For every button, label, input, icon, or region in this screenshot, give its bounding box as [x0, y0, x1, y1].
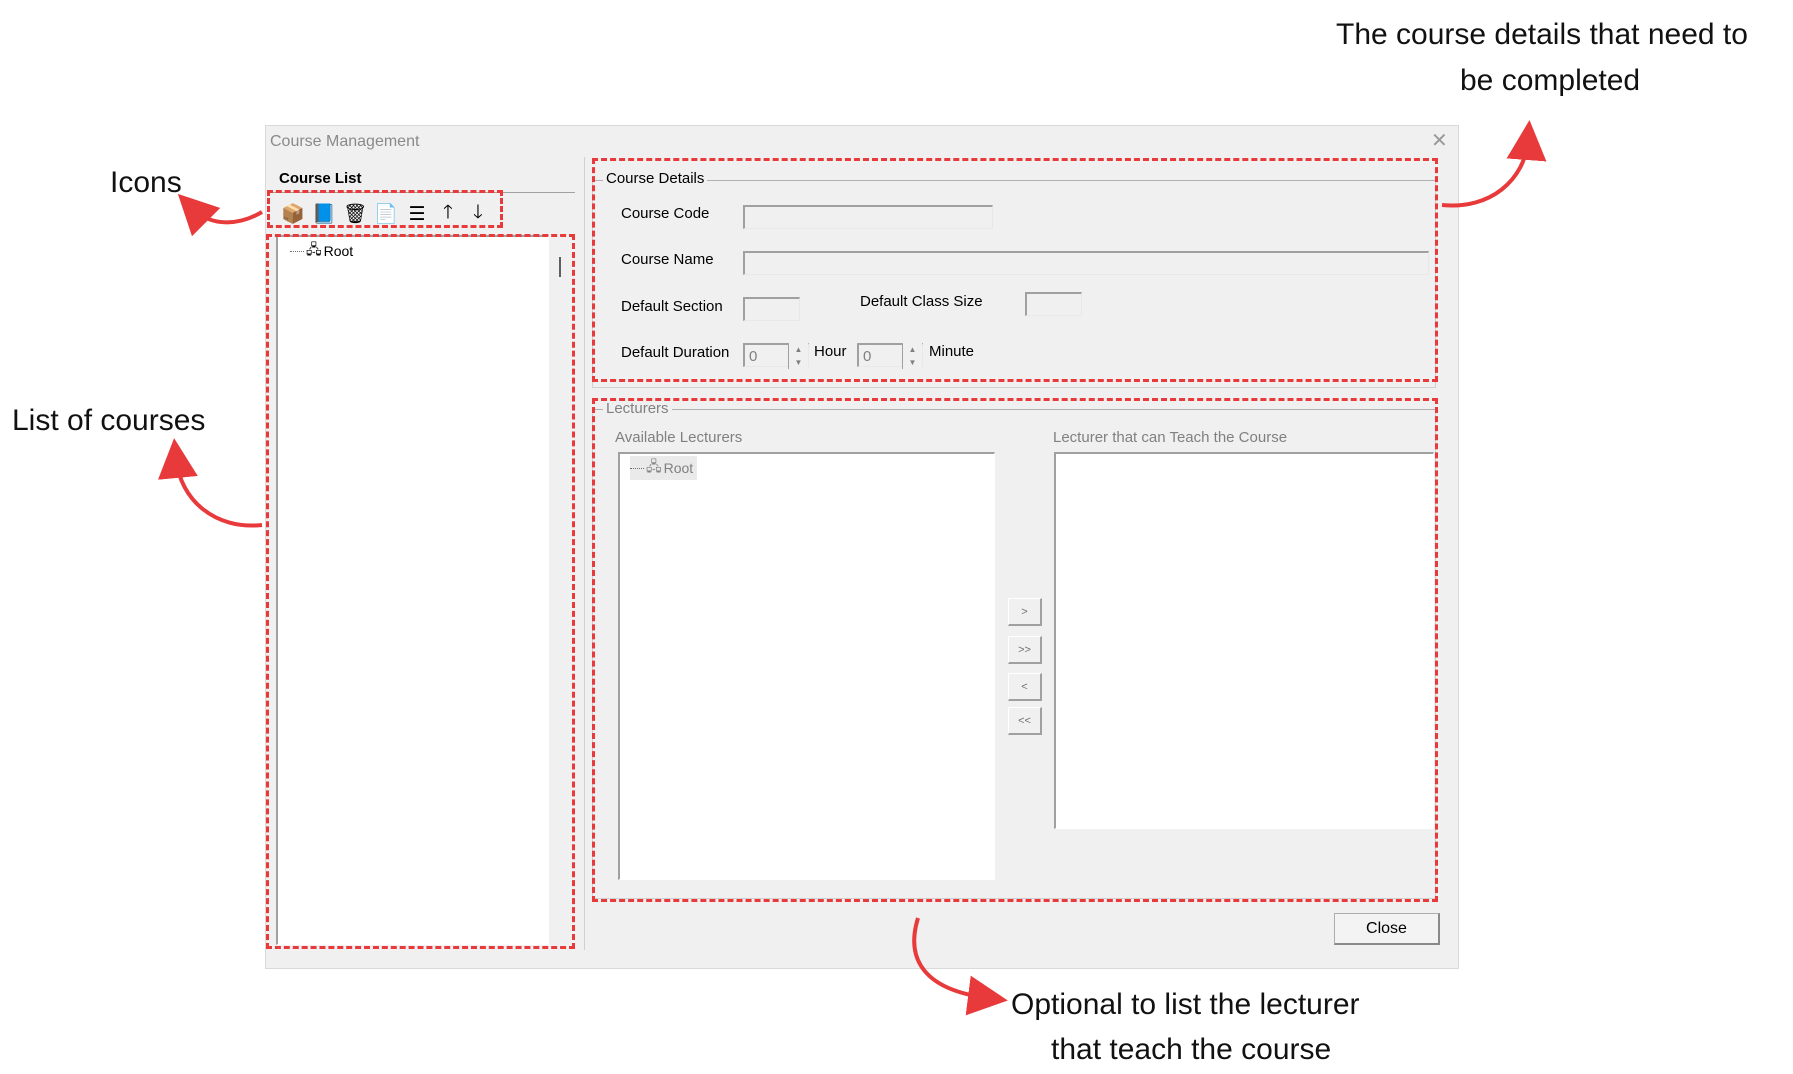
annotation-arrows [158, 120, 1547, 1016]
arrow-to-course-list [158, 438, 263, 528]
arrow-to-course-details [1441, 120, 1547, 208]
arrow-to-lecturers [912, 917, 1008, 1016]
arrow-to-icons [177, 193, 264, 237]
